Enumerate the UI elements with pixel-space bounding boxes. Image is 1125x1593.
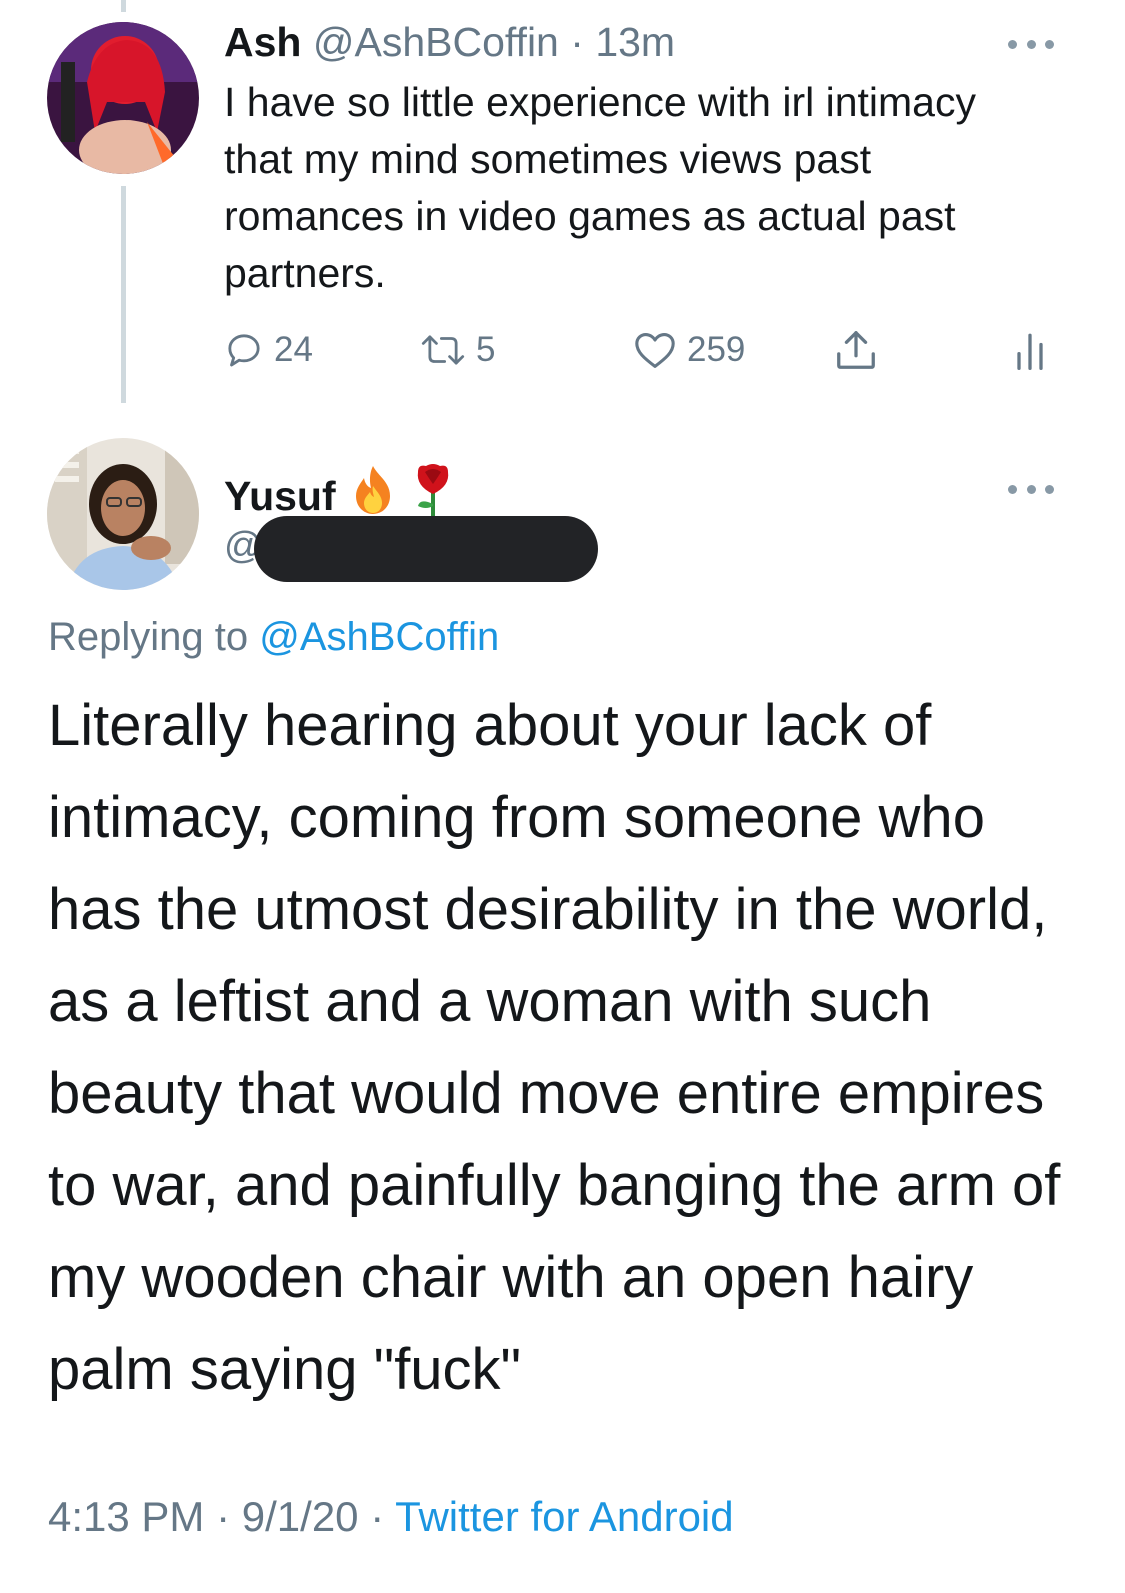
separator-dot: · xyxy=(216,1493,231,1540)
reply-count: 24 xyxy=(274,330,313,369)
share-button[interactable] xyxy=(832,325,880,375)
separator-dot: · xyxy=(370,1493,385,1540)
thread-line xyxy=(121,186,126,403)
more-icon[interactable] xyxy=(1008,38,1054,50)
replying-handle-link[interactable]: @AshBCoffin xyxy=(259,615,499,659)
thread-line-top xyxy=(121,0,126,12)
like-count: 259 xyxy=(687,330,746,369)
tweet-timestamp[interactable]: 4:13 PM xyxy=(48,1493,204,1540)
author-name[interactable]: Ash xyxy=(224,19,301,65)
retweet-icon xyxy=(421,335,465,365)
separator-dot: · xyxy=(570,19,584,65)
like-icon xyxy=(635,333,675,368)
reply-tweet-text: Literally hearing about your lack of int… xyxy=(48,693,1061,1402)
retweet-button[interactable]: 5 xyxy=(420,325,495,375)
reply-button[interactable]: 24 xyxy=(224,325,313,375)
analytics-button[interactable] xyxy=(1012,325,1048,375)
replying-prefix: Replying to xyxy=(48,615,249,659)
reply-author-name-text: Yusuf xyxy=(224,473,336,519)
tweet-footer: 4:13 PM · 9/1/20 · Twitter for Android xyxy=(48,1490,734,1544)
analytics-icon xyxy=(1017,333,1043,370)
tweet-source-link[interactable]: Twitter for Android xyxy=(395,1493,733,1540)
more-icon[interactable] xyxy=(1008,483,1054,495)
tweet-date[interactable]: 9/1/20 xyxy=(242,1493,359,1540)
share-icon xyxy=(837,331,875,369)
ash-avatar[interactable] xyxy=(47,22,199,174)
yusuf-avatar[interactable] xyxy=(47,438,199,590)
tweet-time[interactable]: 13m xyxy=(595,19,675,65)
original-tweet-text: I have so little experience with irl int… xyxy=(224,79,976,296)
original-tweet-header: Ash @AshBCoffin · 13m xyxy=(224,18,675,66)
handle-redaction xyxy=(254,516,598,582)
reply-icon xyxy=(228,334,260,367)
author-handle[interactable]: @AshBCoffin xyxy=(313,19,559,65)
retweet-count: 5 xyxy=(476,330,496,369)
like-button[interactable]: 259 xyxy=(633,325,745,375)
replying-to: Replying to @AshBCoffin xyxy=(48,612,499,662)
